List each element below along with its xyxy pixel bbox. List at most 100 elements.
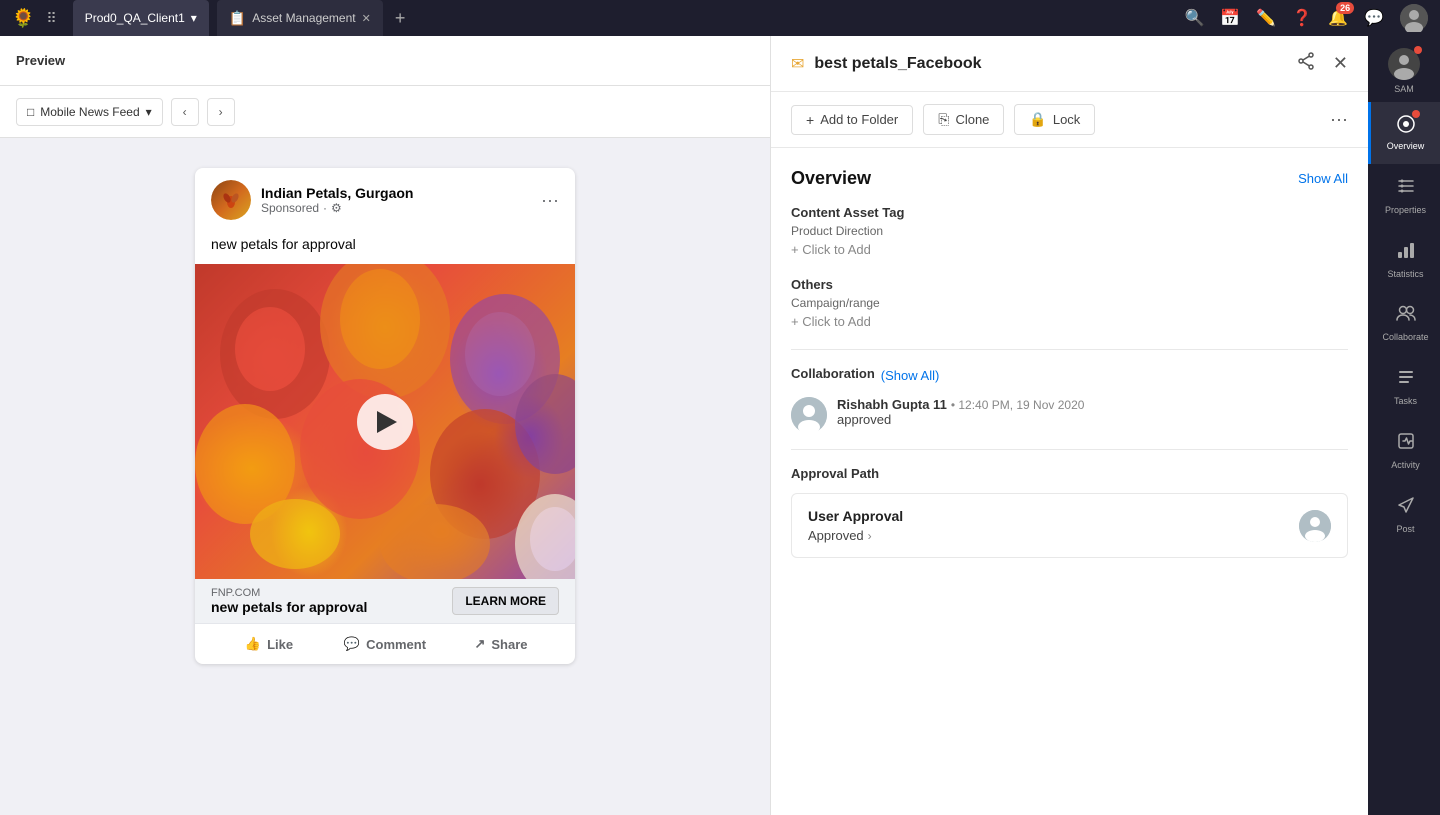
show-all-collab-link[interactable]: (Show All) <box>881 368 940 383</box>
chat-icon[interactable]: 💬 <box>1364 8 1384 28</box>
preview-header: Preview <box>0 36 770 86</box>
statistics-icon <box>1396 240 1416 265</box>
collaboration-header: Collaboration (Show All) <box>791 366 1348 385</box>
activity-icon <box>1396 431 1416 456</box>
fb-sponsored: Sponsored · ⚙ <box>261 201 531 215</box>
add-to-folder-button[interactable]: + Add to Folder <box>791 105 913 135</box>
app-logo: 🌻 <box>12 8 34 29</box>
sidebar-item-activity[interactable]: Activity <box>1368 419 1440 483</box>
overview-title: Overview <box>791 168 871 189</box>
detail-actions: + Add to Folder ⎘ Clone 🔒 Lock ··· <box>771 92 1368 148</box>
add-campaign-button[interactable]: + Click to Add <box>791 314 1348 329</box>
overview-section-header: Overview Show All <box>791 168 1348 189</box>
grid-icon[interactable]: ⠿ <box>46 10 56 27</box>
thumbs-up-icon: 👍 <box>245 636 261 652</box>
video-play-button[interactable] <box>357 394 413 450</box>
collaborator-avatar <box>791 397 827 433</box>
chevron-right-icon: › <box>868 529 872 543</box>
fb-like-button[interactable]: 👍 Like <box>211 628 327 660</box>
fb-cta-text: new petals for approval <box>211 599 442 615</box>
workspace-tab[interactable]: Prod0_QA_Client1 ▾ <box>73 0 209 36</box>
post-icon <box>1396 495 1416 520</box>
chevron-down-icon: ▾ <box>191 11 197 25</box>
dot-separator: · <box>323 201 327 215</box>
chevron-right-icon: › <box>219 105 223 119</box>
approval-path-section: Approval Path User Approval Approved › <box>791 466 1348 558</box>
lock-button[interactable]: 🔒 Lock <box>1014 104 1095 135</box>
asset-management-tab[interactable]: 📋 Asset Management ✕ <box>217 0 383 36</box>
user-avatar[interactable] <box>1400 4 1428 32</box>
calendar-icon[interactable]: 📅 <box>1220 8 1240 28</box>
add-tab-button[interactable]: + <box>395 8 406 29</box>
product-direction-label: Product Direction <box>791 224 1348 238</box>
tab-label: Asset Management <box>252 11 355 25</box>
fb-comment-button[interactable]: 💬 Comment <box>327 628 443 660</box>
notification-count: 26 <box>1336 2 1354 14</box>
play-icon <box>377 411 397 433</box>
sidebar-item-statistics[interactable]: Statistics <box>1368 228 1440 292</box>
others-label: Others <box>791 277 1348 292</box>
sidebar-item-properties[interactable]: Properties <box>1368 164 1440 228</box>
show-all-link[interactable]: Show All <box>1298 171 1348 186</box>
next-button[interactable]: › <box>207 98 235 126</box>
collaboration-label: Collaboration <box>791 366 875 381</box>
sidebar-item-collaborate[interactable]: Collaborate <box>1368 291 1440 355</box>
fb-cta-bar: FNP.COM new petals for approval LEARN MO… <box>195 579 575 623</box>
sam-label: SAM <box>1394 84 1414 94</box>
learn-more-button[interactable]: LEARN MORE <box>452 587 559 615</box>
detail-panel: ✉ best petals_Facebook ✕ + Add to Folder… <box>770 36 1368 815</box>
share-icon: ↗ <box>474 636 485 652</box>
detail-header: ✉ best petals_Facebook ✕ <box>771 36 1368 92</box>
approval-info: User Approval Approved › <box>808 508 903 543</box>
help-icon[interactable]: ❓ <box>1292 8 1312 28</box>
overview-icon-wrap <box>1396 114 1416 137</box>
fb-cta-domain: FNP.COM new petals for approval <box>211 587 442 615</box>
clone-button[interactable]: ⎘ Clone <box>923 104 1004 135</box>
fb-page-info: Indian Petals, Gurgaon Sponsored · ⚙ <box>261 185 531 215</box>
settings-icon: ⚙ <box>331 201 342 215</box>
fb-post-image <box>195 264 575 579</box>
preview-panel: Preview □ Mobile News Feed ▾ ‹ › <box>0 36 770 815</box>
user-approval-label: User Approval <box>808 508 903 524</box>
content-asset-tag-label: Content Asset Tag <box>791 205 1348 220</box>
collaborator-status: approved <box>837 412 1348 427</box>
collaborator-name: Rishabh Gupta 11 <box>837 397 947 412</box>
tab-icon: 📋 <box>229 10 246 27</box>
sam-user-section[interactable]: SAM <box>1384 40 1424 102</box>
share-button[interactable] <box>1297 52 1315 75</box>
sidebar-item-overview[interactable]: Overview <box>1368 102 1440 164</box>
close-button[interactable]: ✕ <box>1333 53 1348 74</box>
asset-type-icon: ✉ <box>791 54 804 74</box>
divider-2 <box>791 449 1348 450</box>
campaign-range-label: Campaign/range <box>791 296 1348 310</box>
more-options-button[interactable]: ··· <box>1330 109 1348 130</box>
divider-1 <box>791 349 1348 350</box>
collaborator-meta: • 12:40 PM, 19 Nov 2020 <box>951 398 1085 412</box>
fb-more-icon[interactable]: ··· <box>541 190 559 211</box>
layout-icon: □ <box>27 105 34 119</box>
prev-button[interactable]: ‹ <box>171 98 199 126</box>
sidebar-item-tasks[interactable]: Tasks <box>1368 355 1440 419</box>
sidebar-properties-label: Properties <box>1385 205 1426 216</box>
mobile-news-feed-dropdown[interactable]: □ Mobile News Feed ▾ <box>16 98 163 126</box>
sidebar-item-post[interactable]: Post <box>1368 483 1440 547</box>
sam-avatar <box>1388 48 1420 82</box>
tasks-icon <box>1396 367 1416 392</box>
notification-bell[interactable]: 🔔 26 <box>1328 8 1348 28</box>
sidebar-activity-label: Activity <box>1391 460 1420 471</box>
detail-body: Overview Show All Content Asset Tag Prod… <box>771 148 1368 815</box>
approval-path-label: Approval Path <box>791 466 1348 481</box>
edit-icon[interactable]: ✏️ <box>1256 8 1276 28</box>
detail-title: best petals_Facebook <box>814 55 1287 73</box>
fb-card-header: Indian Petals, Gurgaon Sponsored · ⚙ ··· <box>195 168 575 232</box>
add-content-tag-button[interactable]: + Click to Add <box>791 242 1348 257</box>
sidebar-statistics-label: Statistics <box>1387 269 1423 280</box>
comment-icon: 💬 <box>344 636 360 652</box>
collaboration-section: Collaboration (Show All) Rishabh Gupta 1… <box>791 366 1348 433</box>
workspace-label: Prod0_QA_Client1 <box>85 11 185 25</box>
fb-share-button[interactable]: ↗ Share <box>443 628 559 660</box>
search-icon[interactable]: 🔍 <box>1184 8 1204 28</box>
sidebar-tasks-label: Tasks <box>1394 396 1417 407</box>
approval-box[interactable]: User Approval Approved › <box>791 493 1348 558</box>
lock-icon: 🔒 <box>1029 111 1046 128</box>
